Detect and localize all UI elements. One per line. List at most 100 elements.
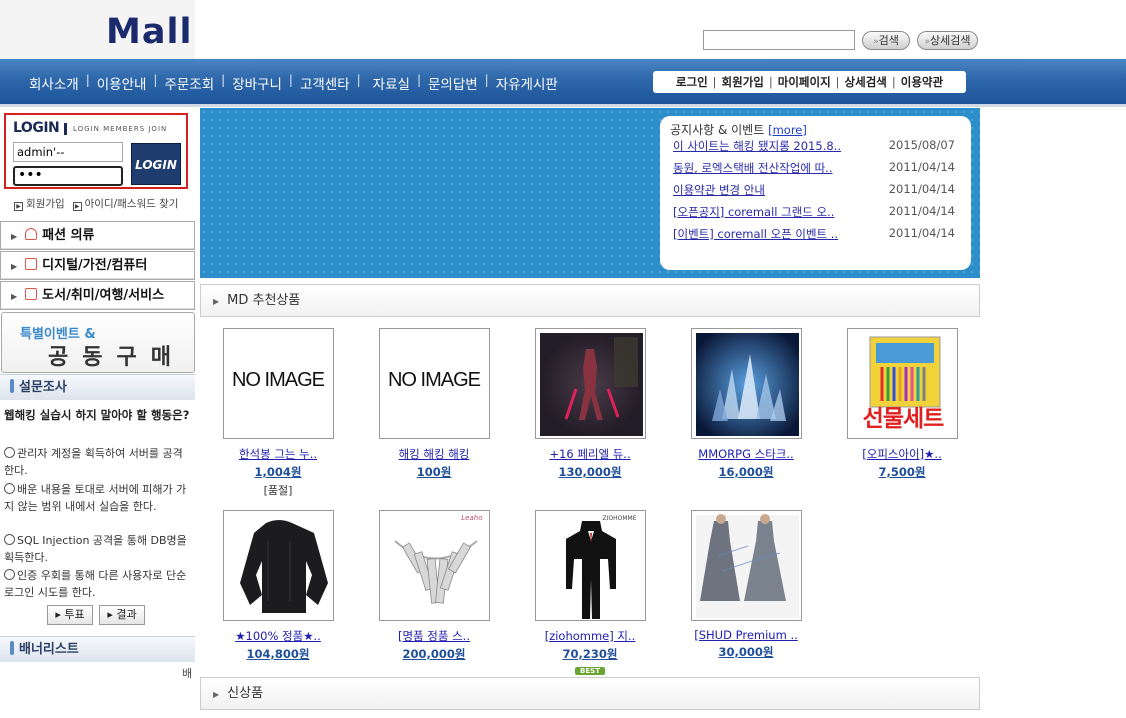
category-label: 패션 의류: [42, 228, 95, 243]
product-price[interactable]: 16,000원: [681, 464, 811, 480]
login-button[interactable]: LOGIN: [131, 143, 181, 185]
product-image[interactable]: ZIOHOMME: [534, 510, 646, 621]
product-name[interactable]: [명품 정품 스..: [369, 628, 499, 644]
product-name[interactable]: +16 페리엘 듀..: [525, 446, 655, 462]
product-price[interactable]: 200,000원: [369, 646, 499, 662]
arrow-box-icon: ▶: [14, 202, 23, 211]
user-nav-mypage[interactable]: 마이페이지: [773, 74, 836, 90]
product-name[interactable]: 한석봉 그는 누..: [213, 446, 343, 462]
black-shirt-image: [239, 520, 328, 613]
category-books[interactable]: ▶ 도서/취미/여행/서비스: [0, 281, 195, 310]
radio-button[interactable]: [4, 447, 15, 458]
user-nav-join[interactable]: 회원가입: [717, 74, 769, 90]
section-bar-icon: [10, 379, 14, 393]
banner-list-header: 배너리스트: [0, 636, 195, 662]
product-image[interactable]: [222, 510, 334, 621]
poll-option-label: SQL Injection 공격을 통해 DB명을 획득한다.: [4, 534, 187, 564]
vote-button[interactable]: ▸ 투표: [47, 605, 93, 625]
poll-option[interactable]: 관리자 계정을 획득하여 서버를 공격한다.: [4, 445, 190, 479]
clothing-icon: [25, 228, 38, 240]
radio-button[interactable]: [4, 569, 15, 580]
event-banner[interactable]: 특별이벤트 & 공동구매: [1, 312, 195, 373]
nav-item-cart[interactable]: 장바구니: [225, 73, 289, 93]
product-image[interactable]: NO IMAGE: [378, 328, 490, 439]
suit-brand-text: ZIOHOMME: [602, 515, 637, 522]
product-name[interactable]: [ziohomme] 지..: [525, 628, 655, 644]
product-price[interactable]: 104,800원: [213, 646, 343, 662]
poll-option[interactable]: SQL Injection 공격을 통해 DB명을 획득한다.: [4, 532, 190, 566]
join-link[interactable]: ▶ 회원가입: [14, 196, 65, 211]
notice-link[interactable]: 이 사이트는 해킹 됐지롱 2015.8..: [673, 138, 841, 154]
category-label: 디지털/가전/컴퓨터: [42, 258, 148, 273]
login-id-input[interactable]: admin'--: [13, 142, 123, 162]
nav-item-order[interactable]: 주문조회: [157, 73, 221, 93]
product-name[interactable]: [오피스아이]★..: [837, 446, 967, 462]
product-price[interactable]: 70,230원: [525, 646, 655, 662]
product-name[interactable]: ★100% 정품★..: [213, 628, 343, 644]
notice-date: 2011/04/14: [888, 204, 955, 218]
product-price[interactable]: 30,000원: [681, 644, 811, 660]
notice-link[interactable]: [이벤트] coremall 오픈 이벤트 ..: [673, 226, 838, 242]
product-price[interactable]: 130,000원: [525, 464, 655, 480]
nav-item-files[interactable]: 자료실: [361, 73, 417, 93]
notice-title: 공지사항 & 이벤트 [more]: [670, 121, 807, 138]
product-card: Leaho [명품 정품 스.. 200,000원: [369, 510, 499, 662]
new-section-title: 신상품: [227, 686, 264, 701]
notice-date: 2011/04/14: [888, 226, 955, 240]
detail-search-button[interactable]: »상세검색: [917, 31, 978, 50]
arrow-box-icon: ▶: [72, 202, 82, 211]
product-image[interactable]: [690, 328, 802, 439]
user-nav-detail-search[interactable]: 상세검색: [840, 74, 892, 90]
nav-item-board[interactable]: 자유게시판: [489, 73, 565, 93]
product-image[interactable]: NO IMAGE: [222, 328, 334, 439]
category-fashion[interactable]: ▶ 패션 의류: [0, 221, 195, 250]
notice-link[interactable]: 동원, 로엑스택배 전산작업에 따..: [673, 160, 832, 176]
site-logo[interactable]: Mall: [106, 12, 192, 52]
radio-button[interactable]: [4, 483, 15, 494]
user-nav-terms[interactable]: 이용약관: [896, 74, 948, 90]
result-button[interactable]: ▸ 결과: [99, 605, 145, 625]
product-image[interactable]: 선물세트: [846, 328, 958, 439]
product-price[interactable]: 7,500원: [837, 464, 967, 480]
notice-link[interactable]: [오픈공지] coremall 그랜드 오..: [673, 204, 834, 220]
product-name[interactable]: [SHUD Premium ..: [681, 628, 811, 642]
find-account-link[interactable]: ▶ 아이디/패스워드 찾기: [72, 196, 178, 211]
user-nav-login[interactable]: 로그인: [671, 74, 713, 90]
notice-more-link[interactable]: [more]: [768, 123, 807, 137]
product-name[interactable]: 해킹 해킹 해킹: [369, 446, 499, 462]
event-subtitle: 공동구매: [48, 345, 185, 370]
nav-item-qna[interactable]: 문의답변: [421, 73, 485, 93]
new-section-header: ▶ 신상품: [200, 677, 980, 710]
play-icon: ▸: [55, 608, 61, 621]
chevron-right-icon: ▶: [213, 297, 220, 306]
nav-item-about[interactable]: 회사소개: [22, 73, 86, 93]
login-title: LOGIN: [13, 120, 60, 136]
poll-option[interactable]: 배운 내용을 토대로 서버에 피해가 가지 않는 범위 내에서 실습을 한다.: [4, 481, 190, 515]
chevron-right-icon: ▶: [213, 690, 220, 699]
search-button[interactable]: »검색: [862, 31, 910, 50]
product-price[interactable]: 100원: [369, 464, 499, 480]
category-label: 도서/취미/여행/서비스: [42, 288, 165, 303]
notice-link[interactable]: 이용약관 변경 안내: [673, 182, 765, 198]
product-name[interactable]: MMORPG 스타크..: [681, 446, 811, 462]
product-price[interactable]: 1,004원: [213, 464, 343, 480]
join-link-label: 회원가입: [26, 198, 65, 210]
login-subtitle: LOGIN MEMBERS JOIN: [73, 125, 168, 133]
product-card: ★100% 정품★.. 104,800원: [213, 510, 343, 662]
product-card: NO IMAGE 한석봉 그는 누.. 1,004원 [품절]: [213, 328, 343, 498]
notice-row: 이용약관 변경 안내 2011/04/14: [673, 182, 963, 200]
radio-button[interactable]: [4, 534, 15, 545]
nav-item-guide[interactable]: 이용안내: [90, 73, 154, 93]
category-digital[interactable]: ▶ 디지털/가전/컴퓨터: [0, 251, 195, 280]
login-links: ▶ 회원가입 ▶ 아이디/패스워드 찾기: [14, 196, 178, 211]
product-image[interactable]: Leaho: [378, 510, 490, 621]
product-image[interactable]: [690, 510, 802, 621]
md-section-header: ▶ MD 추천상품: [200, 284, 980, 317]
result-button-label: 결과: [116, 608, 137, 621]
poll-option[interactable]: 인증 우회를 통해 다른 사용자로 단순 로그인 시도를 한다.: [4, 567, 190, 601]
nav-item-support[interactable]: 고객센타: [293, 73, 357, 93]
login-password-input[interactable]: •••: [13, 166, 123, 186]
product-image[interactable]: [534, 328, 646, 439]
search-input[interactable]: [703, 30, 855, 50]
notice-date: 2011/04/14: [888, 182, 955, 196]
